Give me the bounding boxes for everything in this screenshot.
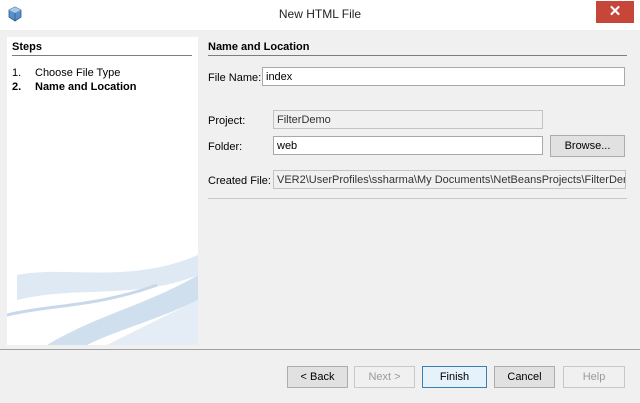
step-item-choose-file-type: 1. Choose File Type <box>12 67 120 79</box>
panel-heading: Name and Location <box>208 41 310 53</box>
close-icon: ✕ <box>608 3 622 20</box>
created-file-field: VER2\UserProfiles\ssharma\My Documents\N… <box>273 170 626 189</box>
file-name-label: File Name: <box>208 72 262 84</box>
close-button[interactable]: ✕ <box>596 1 634 23</box>
step-item-name-and-location: 2. Name and Location <box>12 81 136 93</box>
steps-heading: Steps <box>12 41 42 53</box>
created-file-label: Created File: <box>208 175 271 187</box>
step-label: Name and Location <box>35 81 137 93</box>
wizard-swoosh-graphic <box>7 255 198 345</box>
folder-input[interactable]: web <box>273 136 543 155</box>
step-label: Choose File Type <box>35 67 121 79</box>
step-number: 1. <box>12 67 22 79</box>
panel-separator <box>208 198 627 199</box>
cancel-button[interactable]: Cancel <box>494 366 555 388</box>
back-button[interactable]: < Back <box>287 366 348 388</box>
step-number: 2. <box>12 81 22 93</box>
steps-panel: Steps 1. Choose File Type 2. Name and Loca… <box>7 37 198 345</box>
help-button[interactable]: Help <box>563 366 625 388</box>
new-html-file-dialog: New HTML File ✕ Steps 1. Choose File Type… <box>0 0 640 403</box>
window-title: New HTML File <box>278 7 362 21</box>
project-field: FilterDemo <box>273 110 543 129</box>
title-bar: New HTML File ✕ <box>0 0 640 30</box>
next-button[interactable]: Next > <box>354 366 415 388</box>
panel-divider <box>208 55 627 56</box>
folder-label: Folder: <box>208 141 243 153</box>
browse-button[interactable]: Browse... <box>550 135 625 157</box>
steps-divider <box>12 55 192 56</box>
project-label: Project: <box>208 115 246 127</box>
button-bar-divider <box>0 349 640 350</box>
file-name-input[interactable]: index <box>262 67 625 86</box>
finish-button[interactable]: Finish <box>422 366 487 388</box>
